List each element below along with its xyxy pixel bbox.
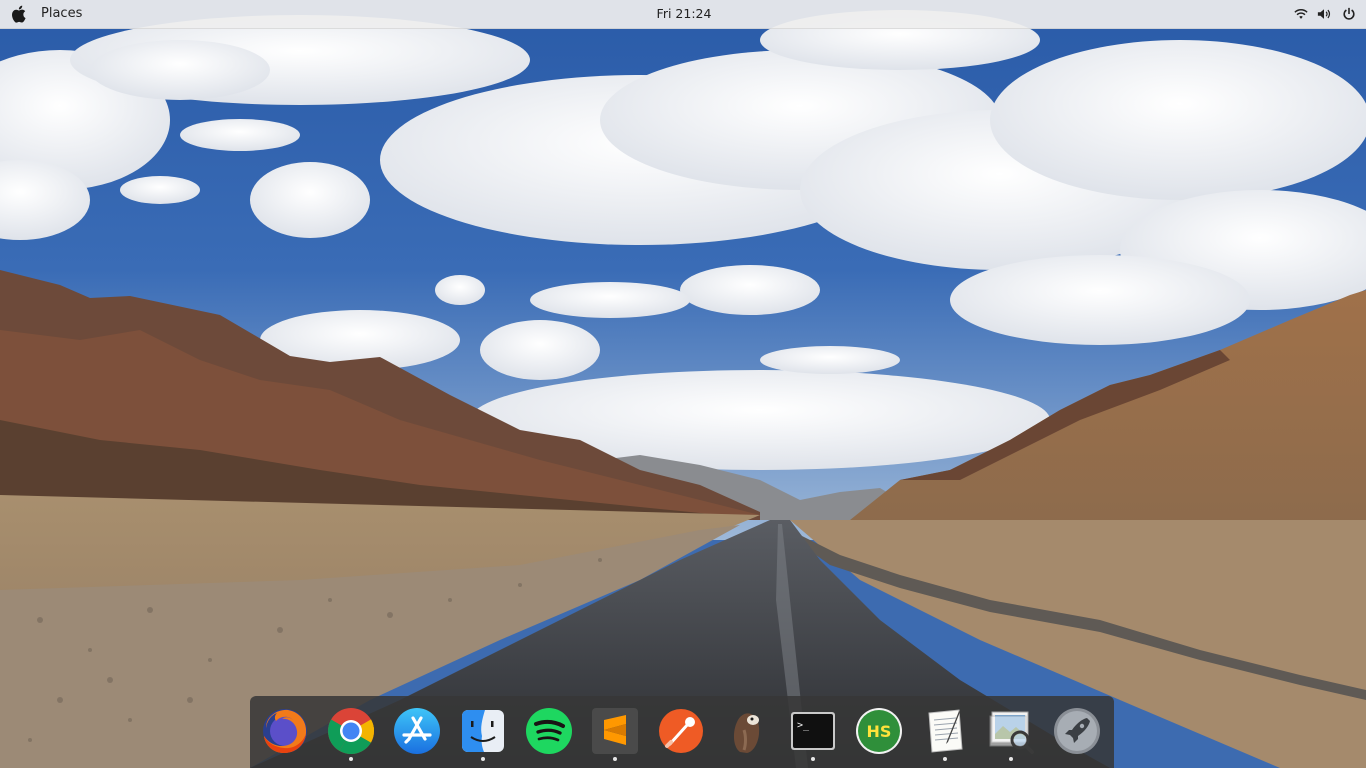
sublime-text-icon [592,708,638,754]
volume-icon[interactable] [1317,7,1331,21]
sequel-pro-icon [733,713,760,753]
chrome-icon [328,708,375,755]
textedit-icon [928,709,963,753]
preview-icon [989,711,1034,754]
dock-item-launchpad[interactable] [1052,706,1102,756]
terminal-icon: >_ [791,712,835,750]
dock-item-spotify[interactable] [524,706,574,756]
apple-menu-icon[interactable] [10,5,27,23]
running-indicator [943,757,947,761]
dock-item-finder[interactable] [458,706,508,761]
launchpad-icon [1054,708,1100,754]
spotify-icon [526,708,572,754]
dock-item-sublime-text[interactable] [590,706,640,761]
wifi-icon[interactable] [1294,7,1308,21]
dock-item-app-store[interactable] [392,706,442,756]
top-bar: Places Fri 21:24 [0,0,1366,29]
desktop: Places Fri 21:24 >_ HS [0,0,1366,768]
dock-item-hs[interactable]: HS [854,706,904,756]
running-indicator [1009,757,1013,761]
running-indicator [613,757,617,761]
wallpaper [0,0,1366,768]
places-menu[interactable]: Places [41,6,82,21]
terminal-prompt: >_ [797,720,810,731]
dock: >_ HS [250,696,1114,768]
dock-item-firefox[interactable] [260,706,310,756]
dock-item-preview[interactable] [986,706,1036,761]
app-store-icon [394,708,440,754]
dock-item-postman[interactable] [656,706,706,756]
dock-item-textedit[interactable] [920,706,970,761]
hs-label: HS [867,722,892,741]
clock[interactable]: Fri 21:24 [620,6,748,21]
firefox-icon [263,709,307,753]
hs-icon: HS [856,708,902,754]
dock-item-sequel-pro[interactable] [722,706,772,756]
dock-item-terminal[interactable]: >_ [788,706,838,761]
running-indicator [481,757,485,761]
dock-item-chrome[interactable] [326,706,376,761]
running-indicator [349,757,353,761]
postman-icon [659,709,703,753]
finder-icon [462,710,504,752]
running-indicator [811,757,815,761]
power-icon[interactable] [1342,7,1356,21]
